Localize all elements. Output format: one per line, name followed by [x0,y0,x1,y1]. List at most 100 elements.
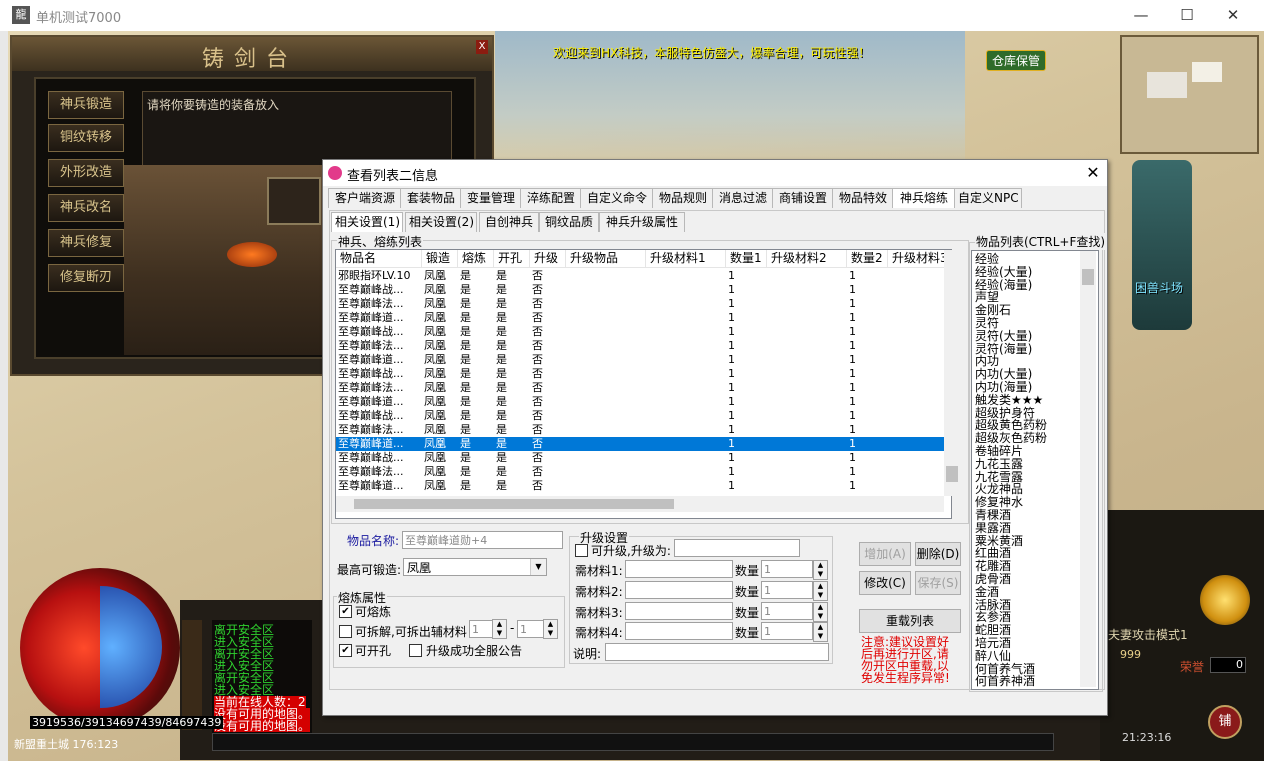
subtab-settings-1[interactable]: 相关设置(1) [331,212,403,232]
upgrade-announce-checkbox[interactable] [409,644,422,657]
forge-menu-item[interactable]: 铜纹转移 [48,124,124,152]
column-header[interactable]: 开孔 [494,250,530,268]
chat-input[interactable] [212,733,1054,751]
maximize-button[interactable]: ☐ [1164,0,1210,31]
table-row[interactable]: 至尊巅峰战... 凤凰 是 是 否 1 1 [336,283,944,297]
subtab-custom-weapon[interactable]: 自创神兵 [479,212,539,232]
table-row[interactable]: 至尊巅峰道... 凤凰 是 是 否 1 1 [336,311,944,325]
forge-close-button[interactable]: X [476,40,488,54]
list-vertical-scrollbar[interactable] [944,250,960,496]
minimap[interactable] [1120,35,1259,154]
tab-item-rules[interactable]: 物品规则 [652,188,714,208]
item-list-scrollbar[interactable] [1080,251,1096,687]
table-row[interactable]: 至尊巅峰道... 凤凰 是 是 否 1 1 [336,353,944,367]
item-list[interactable]: 经验 经验(大量) 经验(海量) 声望 金刚石 灵符 灵符(大量) 灵符(海量) 内功 内功(大量… [971,250,1099,690]
tab-client-resources[interactable]: 客户端资源 [328,188,402,208]
table-row[interactable]: 至尊巅峰道... 凤凰 是 是 否 1 1 [336,437,944,451]
table-row[interactable]: 至尊巅峰道... 凤凰 是 是 否 1 1 [336,395,944,409]
quantity-3-spinner[interactable]: ▲ ▼ [813,602,828,622]
quantity-4-spinner[interactable]: ▲ ▼ [813,622,828,642]
list-item[interactable]: 灵符(大量) [975,329,1032,343]
column-header[interactable]: 数量1 [726,250,767,268]
material-2-field[interactable] [625,581,733,599]
attack-mode[interactable]: 夫妻攻击模式1 [1108,626,1188,643]
item-name-field[interactable] [402,531,563,549]
beast-arena-label[interactable]: 困兽斗场 [1135,279,1183,296]
column-header[interactable]: 物品名 [336,250,422,268]
teleport-pillar[interactable] [1132,160,1192,330]
subtab-copper-quality[interactable]: 铜纹品质 [539,212,599,232]
save-button[interactable]: 保存(S) [915,571,961,595]
tab-suit-items[interactable]: 套装物品 [400,188,462,208]
can-hole-checkbox[interactable]: ✔ [339,644,352,657]
column-header[interactable]: 升级材料1 [646,250,726,268]
dialog-close-button[interactable]: ✕ [1083,163,1103,183]
column-header[interactable]: 升级材料3 [888,250,945,268]
quantity-1-spinner[interactable]: ▲ ▼ [813,560,828,580]
equip-slot[interactable] [267,177,321,225]
column-header[interactable]: 升级物品 [566,250,646,268]
hud-side-icons[interactable] [182,620,202,730]
add-button[interactable]: 增加(A) [859,542,911,566]
reload-list-button[interactable]: 重载列表 [859,609,961,633]
list-item[interactable]: 触发类★★★ [975,393,1043,407]
scroll-thumb[interactable] [354,499,674,509]
quantity-3-field[interactable] [761,602,813,620]
table-row[interactable]: 至尊巅峰法... 凤凰 是 是 否 1 1 [336,465,944,479]
weapon-list[interactable]: 物品名 锻造 熔炼 开孔 升级 升级物品 升级材料1 数量1 升级材料2 数量2… [335,249,960,519]
list-horizontal-scrollbar[interactable] [336,496,944,512]
quantity-1-field[interactable] [761,560,813,578]
list-item[interactable]: 金酒 [975,585,999,599]
table-row[interactable]: 至尊巅峰法... 凤凰 是 是 否 1 1 [336,297,944,311]
column-header[interactable]: 升级 [530,250,566,268]
material-4-field[interactable] [625,622,733,640]
column-header[interactable]: 锻造 [422,250,458,268]
material-1-field[interactable] [625,560,733,578]
tab-shop-settings[interactable]: 商铺设置 [772,188,834,208]
max-forge-select[interactable]: 凤凰 ▼ [403,558,547,576]
list-item[interactable]: 果露酒 [975,521,1011,535]
shop-button[interactable]: 铺 [1208,705,1242,739]
column-header[interactable]: 熔炼 [458,250,494,268]
quantity-2-field[interactable] [761,581,813,599]
can-upgrade-checkbox[interactable] [575,544,588,557]
tab-message-filter[interactable]: 消息过滤 [712,188,774,208]
material-3-field[interactable] [625,602,733,620]
tab-temper-config[interactable]: 淬练配置 [520,188,582,208]
table-row[interactable]: 至尊巅峰法... 凤凰 是 是 否 1 1 [336,423,944,437]
table-row[interactable]: 至尊巅峰法... 凤凰 是 是 否 1 1 [336,381,944,395]
forge-menu-item[interactable]: 修复断刃 [48,264,124,292]
quantity-4-field[interactable] [761,622,813,640]
tab-custom-npc[interactable]: 自定义NPC [954,188,1022,208]
warehouse-button[interactable]: 仓库保管 [986,50,1047,71]
column-header[interactable]: 数量2 [847,250,888,268]
list-item[interactable]: 醉八仙 [975,649,1011,663]
tab-variables[interactable]: 变量管理 [460,188,522,208]
forge-menu-item[interactable]: 神兵改名 [48,194,124,222]
table-row[interactable]: 邪眼指环LV.10 凤凰 是 是 否 1 1 [336,269,944,283]
list-item[interactable]: 九花玉露 [975,457,1023,471]
quantity-2-spinner[interactable]: ▲ ▼ [813,581,828,601]
minimize-button[interactable]: — [1118,0,1164,31]
scroll-thumb[interactable] [946,466,958,482]
table-row[interactable]: 至尊巅峰战... 凤凰 是 是 否 1 1 [336,325,944,339]
table-row[interactable]: 至尊巅峰战... 凤凰 是 是 否 1 1 [336,409,944,423]
tab-weapon-smelting[interactable]: 神兵熔练 [892,188,956,208]
column-header[interactable]: 升级材料2 [767,250,847,268]
split-min-spinner[interactable]: ▲ ▼ [492,619,507,639]
modify-button[interactable]: 修改(C) [859,571,911,595]
table-row[interactable]: 至尊巅峰道... 凤凰 是 是 否 1 1 [336,479,944,493]
close-window-button[interactable]: ✕ [1210,0,1256,31]
list-item[interactable]: 何首养神酒 [975,675,1035,688]
upgrade-to-field[interactable] [674,539,800,557]
description-field[interactable] [605,643,829,661]
can-smelt-checkbox[interactable]: ✔ [339,605,352,618]
forge-menu-item[interactable]: 神兵修复 [48,229,124,257]
subtab-settings-2[interactable]: 相关设置(2) [405,212,477,232]
split-max-spinner[interactable]: ▲ ▼ [543,619,558,639]
tab-item-effects[interactable]: 物品特效 [832,188,894,208]
can-split-checkbox[interactable] [339,625,352,638]
table-row[interactable]: 至尊巅峰法... 凤凰 是 是 否 1 1 [336,339,944,353]
forge-menu-item[interactable]: 外形改造 [48,159,124,187]
forge-menu-item[interactable]: 神兵锻造 [48,91,124,119]
